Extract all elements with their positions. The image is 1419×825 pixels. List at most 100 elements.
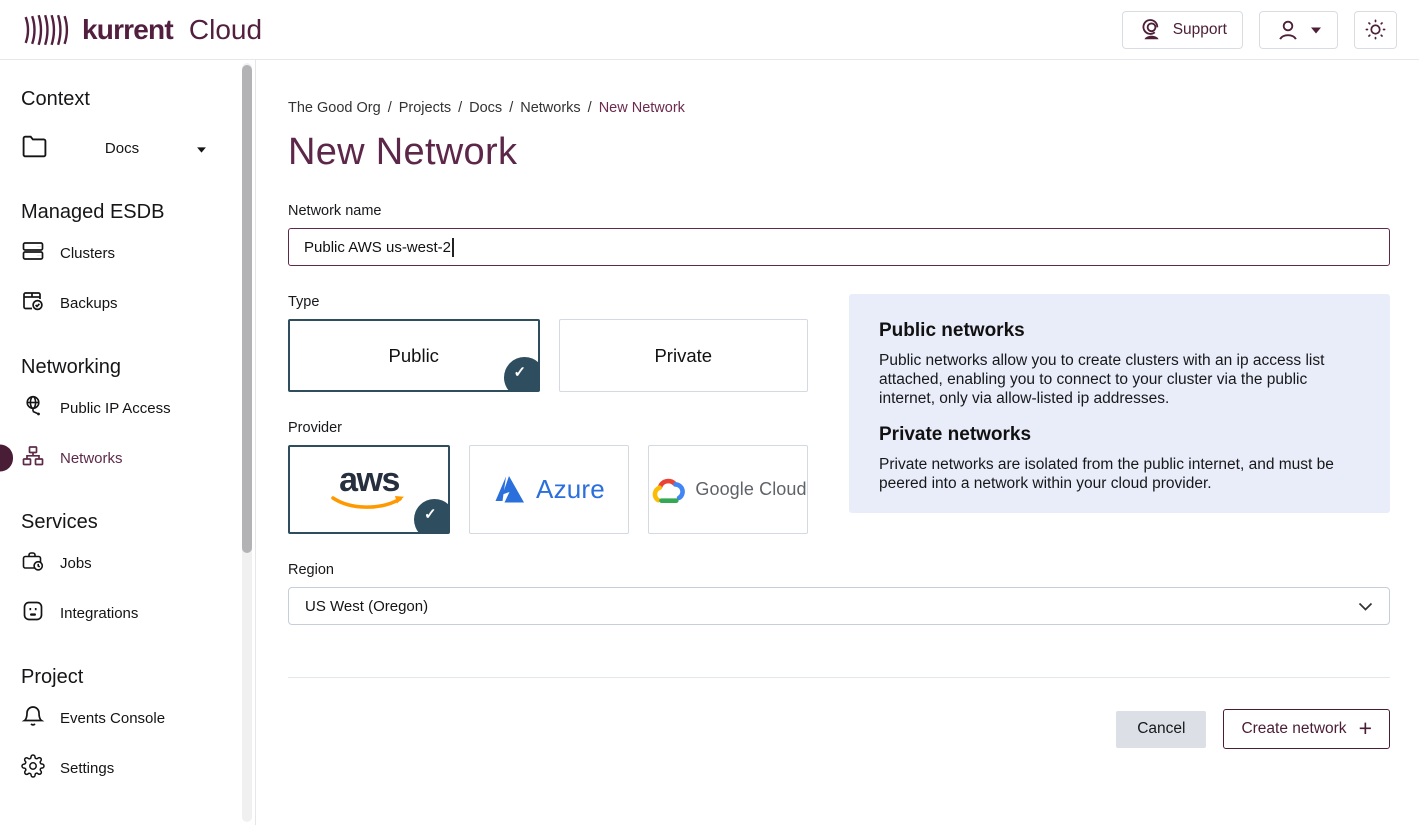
type-option-private[interactable]: Private <box>559 319 809 392</box>
briefcase-clock-icon <box>21 549 45 577</box>
sidebar-item-label: Clusters <box>60 245 115 262</box>
sidebar-item-label: Settings <box>60 760 114 777</box>
sidebar-item-backups[interactable]: Backups <box>21 278 229 328</box>
cancel-button[interactable]: Cancel <box>1116 711 1206 748</box>
azure-triangle-icon <box>493 475 526 504</box>
aws-smile-icon <box>329 495 409 512</box>
sidebar-section-context: Context <box>21 88 229 111</box>
sidebar-item-label: Integrations <box>60 605 138 622</box>
sidebar-section-project: Project <box>21 666 229 689</box>
sidebar-item-clusters[interactable]: Clusters <box>21 228 229 278</box>
sidebar-item-integrations[interactable]: Integrations <box>21 588 229 638</box>
theme-toggle-button[interactable] <box>1354 11 1397 49</box>
main-content: The Good Org / Projects / Docs / Networks / New … <box>256 60 1419 825</box>
top-header: kurrent Cloud Support <box>0 0 1419 60</box>
sidebar-item-label: Networks <box>60 450 123 467</box>
sidebar-item-public-ip-access[interactable]: Public IP Access <box>21 383 229 433</box>
google-cloud-icon <box>649 475 686 505</box>
header-actions: Support <box>1122 11 1397 49</box>
support-label: Support <box>1173 21 1227 39</box>
brand-word: kurrent <box>82 14 173 46</box>
provider-options: aws ✓ <box>288 445 808 534</box>
context-project-selector[interactable]: Docs <box>21 123 207 173</box>
sidebar-item-label: Backups <box>60 295 118 312</box>
globe-network-icon <box>21 394 45 422</box>
bell-icon <box>21 704 45 732</box>
form-footer-divider <box>288 677 1390 678</box>
breadcrumb-separator: / <box>509 100 513 116</box>
network-name-label: Network name <box>288 203 1390 219</box>
sidebar-item-label: Public IP Access <box>60 400 171 417</box>
info-body-public: Public networks allow you to create clus… <box>879 351 1360 409</box>
form-actions: Cancel Create network + <box>288 709 1390 749</box>
breadcrumb-project[interactable]: Docs <box>469 100 502 116</box>
network-type-info-panel: Public networks Public networks allow yo… <box>849 294 1390 513</box>
text-cursor <box>452 238 454 257</box>
provider-option-azure[interactable]: Azure <box>469 445 629 534</box>
sidebar-item-label: Jobs <box>60 555 92 572</box>
breadcrumb-projects[interactable]: Projects <box>399 100 451 116</box>
sidebar-item-settings[interactable]: Settings <box>21 743 229 793</box>
network-name-input[interactable]: Public AWS us-west-2 <box>288 228 1390 266</box>
brand-suffix: Cloud <box>189 14 262 46</box>
provider-option-google-cloud[interactable]: Google Cloud <box>648 445 808 534</box>
breadcrumb: The Good Org / Projects / Docs / Networks / New … <box>288 100 1390 116</box>
region-label: Region <box>288 562 1390 578</box>
selected-check-badge: ✓ <box>414 499 450 534</box>
outlet-icon <box>21 599 45 627</box>
breadcrumb-separator: / <box>458 100 462 116</box>
check-icon: ✓ <box>514 363 527 381</box>
aws-logo: aws <box>329 467 409 511</box>
azure-logo: Azure <box>493 474 605 505</box>
type-label: Type <box>288 294 808 310</box>
caret-down-icon <box>1310 26 1322 34</box>
sidebar-scrollbar-thumb[interactable] <box>242 65 252 553</box>
support-button[interactable]: Support <box>1122 11 1243 49</box>
sidebar-section-networking: Networking <box>21 356 229 379</box>
breadcrumb-org[interactable]: The Good Org <box>288 100 381 116</box>
breadcrumb-separator: / <box>588 100 592 116</box>
create-network-label: Create network <box>1241 720 1346 738</box>
support-icon <box>1138 17 1164 43</box>
sun-icon <box>1364 18 1387 41</box>
user-icon <box>1275 17 1301 43</box>
gear-icon <box>21 754 45 782</box>
sidebar-item-events-console[interactable]: Events Console <box>21 693 229 743</box>
region-select[interactable]: US West (Oregon) <box>288 587 1390 625</box>
network-name-value: Public AWS us-west-2 <box>304 239 451 256</box>
sidebar-section-managed-esdb: Managed ESDB <box>21 201 229 224</box>
sidebar-section-services: Services <box>21 511 229 534</box>
info-heading-public: Public networks <box>879 320 1360 342</box>
type-option-label: Public <box>389 345 439 367</box>
type-option-label: Private <box>654 345 712 367</box>
google-cloud-wordmark: Google Cloud <box>695 479 806 500</box>
user-menu-button[interactable] <box>1259 11 1338 49</box>
provider-option-aws[interactable]: aws ✓ <box>288 445 450 534</box>
provider-label: Provider <box>288 420 808 436</box>
info-heading-private: Private networks <box>879 424 1360 446</box>
check-icon: ✓ <box>424 505 437 523</box>
folder-icon <box>21 134 48 162</box>
selected-check-badge: ✓ <box>504 357 540 392</box>
type-options: Public ✓ Private <box>288 319 808 392</box>
clusters-icon <box>21 239 45 267</box>
plus-icon: + <box>1359 717 1372 740</box>
google-cloud-logo: Google Cloud <box>649 475 806 505</box>
type-option-public[interactable]: Public ✓ <box>288 319 540 392</box>
sidebar-item-label: Events Console <box>60 710 165 727</box>
sidebar: Context Docs Managed ESDB Clusters <box>0 60 256 825</box>
page-title: New Network <box>288 131 1390 174</box>
context-project-label: Docs <box>63 140 181 157</box>
chevron-down-icon <box>1358 598 1373 615</box>
active-item-indicator <box>0 445 13 472</box>
azure-wordmark: Azure <box>536 474 605 505</box>
create-network-button[interactable]: Create network + <box>1223 709 1390 749</box>
kurrent-cloud-logo[interactable]: kurrent Cloud <box>22 11 262 49</box>
breadcrumb-separator: / <box>388 100 392 116</box>
breadcrumb-current: New Network <box>599 100 685 116</box>
sidebar-item-jobs[interactable]: Jobs <box>21 538 229 588</box>
breadcrumb-networks[interactable]: Networks <box>520 100 580 116</box>
info-body-private: Private networks are isolated from the p… <box>879 455 1360 493</box>
sidebar-item-networks[interactable]: Networks <box>21 433 229 483</box>
region-selected-value: US West (Oregon) <box>305 598 428 615</box>
